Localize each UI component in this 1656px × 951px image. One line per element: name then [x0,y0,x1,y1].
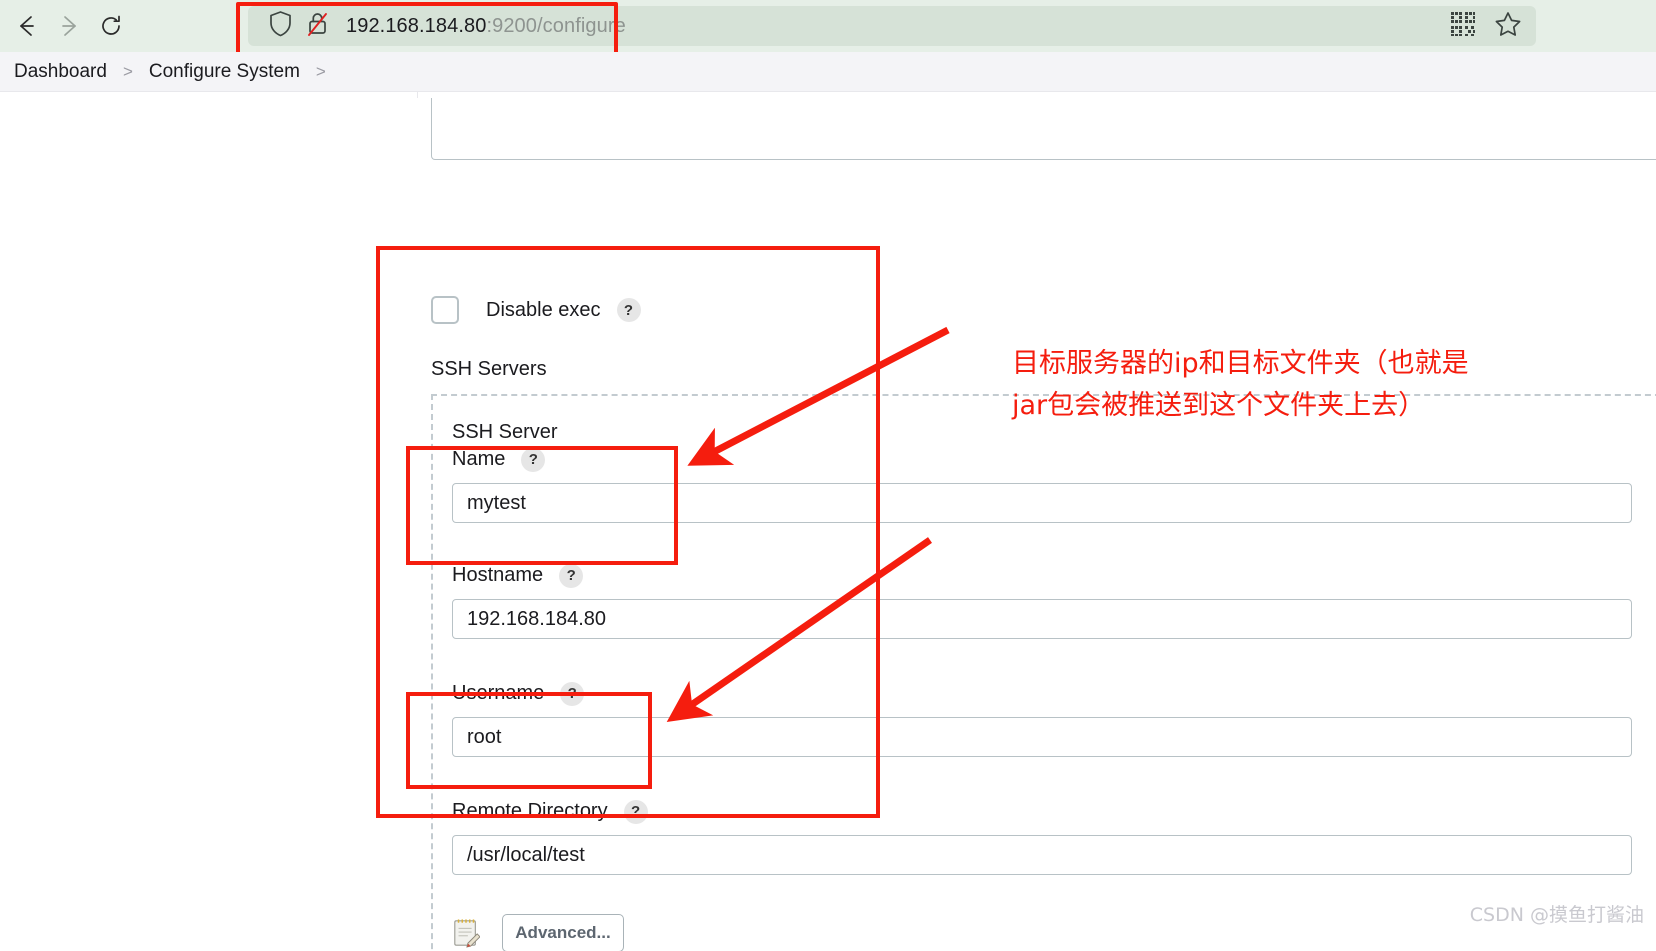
watermark: CSDN @摸鱼打酱油 [1469,904,1644,926]
disable-exec-checkbox[interactable] [431,296,459,324]
lock-crossed-icon[interactable] [305,10,330,42]
arrow-right-icon [62,16,76,36]
ssh-servers-section: SSH Servers [431,358,1656,381]
reload-icon [102,15,120,35]
input-remote-directory[interactable]: /usr/local/test [452,835,1632,875]
help-icon[interactable]: ? [560,681,585,706]
address-bar[interactable]: 192.168.184.80:9200/configure [248,6,1536,46]
field-label: Hostname? [452,562,1632,589]
field-label-text: Hostname [452,564,544,586]
input-hostname[interactable]: 192.168.184.80 [452,599,1632,639]
field-hostname: Hostname? 192.168.184.80 [452,562,1632,639]
help-icon[interactable]: ? [521,447,546,472]
page-content: Disable exec ? SSH Servers SSH Server Na… [0,92,1656,951]
breadcrumb-separator: > [122,61,133,81]
breadcrumb-item-dashboard[interactable]: Dashboard [14,61,107,83]
field-label: Remote Directory? [452,798,1632,825]
arrow-left-icon [20,16,34,36]
back-button[interactable] [8,7,46,45]
address-bar-actions [1450,6,1522,46]
section-title: SSH Servers [431,358,547,380]
disable-exec-label: Disable exec [486,298,601,321]
shield-icon[interactable] [268,10,293,42]
gutter-divider [417,92,418,98]
url-path: :9200/configure [486,14,626,37]
memo-pencil-icon[interactable] [452,918,480,948]
star-icon[interactable] [1494,10,1522,43]
field-username: Username? root [452,680,1632,757]
input-ssh-server-name[interactable]: mytest [452,483,1632,523]
qr-code-icon[interactable] [1450,11,1476,42]
script-textarea[interactable] [431,98,1656,160]
advanced-button[interactable]: Advanced... [502,914,624,951]
address-bar-icons [248,10,330,42]
browser-toolbar: 192.168.184.80:9200/configure [0,0,1656,57]
field-label: SSH Server Name? [452,419,1632,473]
disable-exec-row: Disable exec ? [431,296,641,324]
help-icon[interactable]: ? [559,563,584,588]
field-remote-directory: Remote Directory? /usr/local/test [452,798,1632,875]
advanced-row: Advanced... [452,914,624,951]
help-icon[interactable]: ? [623,799,648,824]
url-host: 192.168.184.80 [346,14,487,37]
breadcrumb-separator-2: > [315,61,326,81]
reload-button[interactable] [92,7,130,45]
breadcrumb: Dashboard > Configure System > [0,52,1656,92]
url-text: 192.168.184.80:9200/configure [346,15,626,38]
field-label-text: Remote Directory [452,800,608,822]
breadcrumb-item-configure-system[interactable]: Configure System [149,61,300,83]
field-label: Username? [452,680,1632,707]
screenshot-root: 192.168.184.80:9200/configure Dashboard … [0,0,1656,951]
navigation-buttons [0,7,130,45]
input-username[interactable]: root [452,717,1632,757]
field-ssh-server-name: SSH Server Name? mytest [452,419,1632,523]
field-label-text: Username [452,682,545,704]
help-icon[interactable]: ? [616,298,641,322]
forward-button[interactable] [50,7,88,45]
